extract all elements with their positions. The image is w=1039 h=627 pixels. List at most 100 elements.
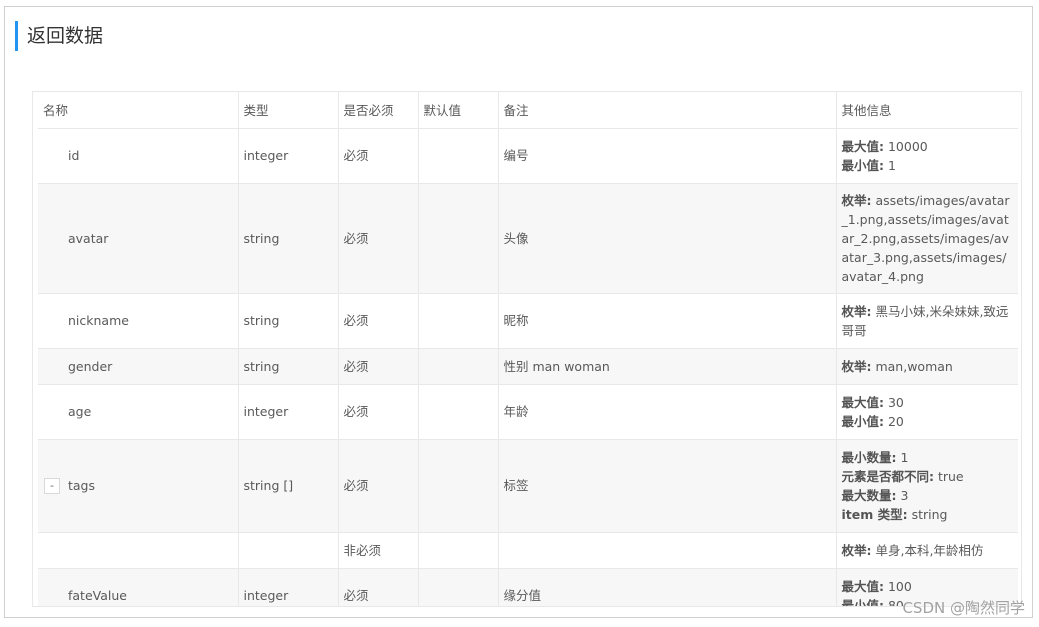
cell-other-info: 枚举: man,woman (836, 348, 1018, 385)
table-row: nickname string 必须 昵称 枚举: 黑马小妹,米朵妹妹,致远哥哥 (38, 293, 1018, 349)
other-info-value: 3 (896, 487, 909, 503)
table-row: 非必须 枚举: 单身,本科,年龄相仿 (38, 532, 1018, 569)
cell-default (418, 532, 499, 569)
other-info-key: item 类型: (841, 506, 908, 522)
cell-required: 必须 (338, 293, 419, 349)
cell-note: 昵称 (498, 293, 837, 349)
other-info-value: 单身,本科,年龄相仿 (871, 542, 984, 558)
other-info-key: 最大值: (841, 394, 885, 410)
field-name-text: avatar (68, 230, 109, 246)
cell-note: 年龄 (498, 384, 837, 440)
table-row: gender string 必须 性别 man woman 枚举: man,woman (38, 348, 1018, 385)
cell-other-info: 最小数量: 1 元素是否都不同: true 最大数量: 3 item 类型: stri… (836, 439, 1018, 533)
cell-field-name (38, 532, 239, 569)
other-info-key: 最大值: (841, 578, 885, 594)
field-name-text: nickname (68, 313, 129, 328)
other-info-value: 20 (884, 413, 904, 429)
other-info-key: 最大值: (841, 138, 885, 154)
other-info-key: 元素是否都不同: (841, 468, 935, 484)
cell-note: 缘分值 (498, 568, 837, 606)
cell-field-name: nickname (38, 293, 239, 349)
other-info-key: 枚举: (841, 192, 872, 208)
other-info-line: 枚举: man,woman (842, 357, 1014, 376)
other-info-key: 最大数量: (841, 487, 897, 503)
cell-type: string [] (238, 439, 339, 533)
other-info-line: 枚举: 单身,本科,年龄相仿 (842, 541, 1014, 560)
cell-required: 必须 (338, 348, 419, 385)
other-info-value: string (907, 506, 948, 522)
cell-field-name: fateValue (38, 568, 239, 606)
other-info-value: 80 (884, 597, 904, 607)
cell-note: 头像 (498, 183, 837, 294)
cell-field-name: avatar (38, 183, 239, 294)
cell-other-info: 最大值: 10000 最小值: 1 (836, 128, 1018, 184)
other-info-value: 10000 (884, 138, 928, 154)
table-row: age integer 必须 年龄 最大值: 30 最小值: 20 (38, 384, 1018, 440)
response-schema-table-container: 名称 类型 是否必须 默认值 备注 其他信息 id integer 必须 编号 最大值:… (32, 91, 1022, 607)
other-info-key: 枚举: (841, 358, 872, 374)
cell-required: 必须 (338, 384, 419, 440)
table-header-row: 名称 类型 是否必须 默认值 备注 其他信息 (38, 92, 1018, 129)
cell-type: string (238, 183, 339, 294)
header-note: 备注 (498, 92, 837, 129)
other-info-line: 最大值: 100 (842, 577, 1014, 596)
panel-frame: 返回数据 名称 类型 是否必须 默认值 备注 其他信息 id integer 必… (4, 6, 1033, 618)
cell-type: integer (238, 568, 339, 606)
cell-other-info: 枚举: 黑马小妹,米朵妹妹,致远哥哥 (836, 293, 1018, 349)
field-name-text: id (68, 148, 80, 163)
other-info-line: 元素是否都不同: true (842, 467, 1014, 486)
cell-other-info: 最大值: 30 最小值: 20 (836, 384, 1018, 440)
cell-default (418, 128, 499, 184)
cell-field-name: id (38, 128, 239, 184)
cell-type: string (238, 348, 339, 385)
cell-required: 非必须 (338, 532, 419, 569)
other-info-value: 100 (884, 578, 912, 594)
other-info-line: 枚举: assets/images/avatar_1.png,assets/im… (842, 191, 1014, 286)
cell-type: string (238, 293, 339, 349)
cell-default (418, 293, 499, 349)
table-row: avatar string 必须 头像 枚举: assets/images/avatar… (38, 183, 1018, 294)
cell-type: integer (238, 128, 339, 184)
other-info-value: true (934, 468, 964, 484)
cell-note: 编号 (498, 128, 837, 184)
cell-note: 性别 man woman (498, 348, 837, 385)
cell-note (498, 532, 837, 569)
field-name-text: age (68, 404, 92, 419)
field-name-text: tags (68, 478, 96, 493)
cell-default (418, 183, 499, 294)
other-info-key: 最小数量: (841, 449, 897, 465)
field-name-text: gender (68, 358, 113, 374)
cell-default (418, 348, 499, 385)
other-info-line: 最大值: 10000 (842, 137, 1014, 156)
cell-default (418, 439, 499, 533)
other-info-line: 最小数量: 1 (842, 448, 1014, 467)
header-type: 类型 (238, 92, 339, 129)
header-other-info: 其他信息 (836, 92, 1018, 129)
other-info-value: 1 (896, 449, 909, 465)
watermark: CSDN @陶然同学 (902, 599, 1025, 617)
cell-default (418, 384, 499, 440)
other-info-line: 枚举: 黑马小妹,米朵妹妹,致远哥哥 (842, 302, 1014, 340)
other-info-value: 1 (884, 157, 896, 173)
table-row: - tags string [] 必须 标签 最小数量: 1 元素是否都不同: true 最大… (38, 439, 1018, 533)
other-info-value: 30 (884, 394, 904, 410)
other-info-line: 最小值: 20 (842, 412, 1014, 431)
cell-type: integer (238, 384, 339, 440)
other-info-key: 最小值: (841, 157, 885, 173)
table-row: id integer 必须 编号 最大值: 10000 最小值: 1 (38, 128, 1018, 184)
field-name-text: fateValue (68, 588, 127, 603)
section-title: 返回数据 (15, 21, 103, 51)
other-info-line: item 类型: string (842, 505, 1014, 524)
other-info-line: 最大值: 30 (842, 393, 1014, 412)
header-default: 默认值 (418, 92, 499, 129)
header-required: 是否必须 (338, 92, 419, 129)
other-info-line: 最大数量: 3 (842, 486, 1014, 505)
cell-field-name: gender (38, 348, 239, 385)
other-info-key: 最小值: (841, 597, 885, 607)
other-info-key: 枚举: (841, 542, 872, 558)
cell-field-name: - tags (38, 439, 239, 533)
other-info-key: 枚举: (841, 303, 872, 319)
response-schema-table: 名称 类型 是否必须 默认值 备注 其他信息 id integer 必须 编号 最大值:… (38, 92, 1018, 607)
collapse-toggle-button[interactable]: - (44, 477, 60, 494)
cell-note: 标签 (498, 439, 837, 533)
